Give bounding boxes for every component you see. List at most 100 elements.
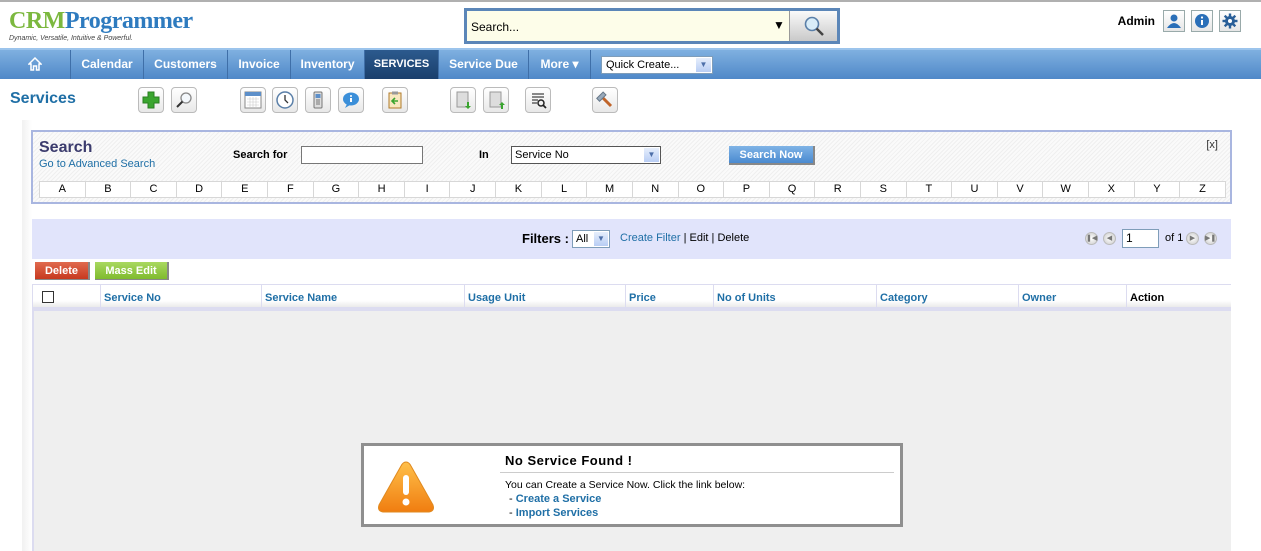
col-usage-unit[interactable]: Usage Unit xyxy=(465,285,626,307)
col-action: Action xyxy=(1127,285,1231,307)
alpha-letter-m[interactable]: M xyxy=(587,182,633,197)
alpha-letter-s[interactable]: S xyxy=(861,182,907,197)
col-category[interactable]: Category xyxy=(877,285,1019,307)
calendar-icon xyxy=(244,91,262,109)
link-prefix: - xyxy=(509,493,516,505)
clipboard-button[interactable] xyxy=(382,87,408,113)
alpha-letter-y[interactable]: Y xyxy=(1135,182,1181,197)
edit-filter-link[interactable]: Edit xyxy=(690,232,709,244)
main-nav: Calendar Customers Invoice Inventory SER… xyxy=(0,48,1261,79)
search-icon xyxy=(176,92,192,108)
nav-service-due[interactable]: Service Due xyxy=(439,50,529,79)
import-button[interactable] xyxy=(450,87,476,113)
first-page-button[interactable]: ❚◀ xyxy=(1085,232,1098,245)
alpha-letter-l[interactable]: L xyxy=(542,182,588,197)
alpha-letter-z[interactable]: Z xyxy=(1180,182,1225,197)
nav-inventory[interactable]: Inventory xyxy=(291,50,365,79)
alpha-letter-x[interactable]: X xyxy=(1089,182,1135,197)
search-for-input[interactable] xyxy=(301,146,423,164)
create-filter-link[interactable]: Create Filter xyxy=(620,232,681,244)
alpha-letter-b[interactable]: B xyxy=(86,182,132,197)
advanced-search-link[interactable]: Go to Advanced Search xyxy=(39,158,155,170)
alpha-letter-o[interactable]: O xyxy=(679,182,725,197)
alpha-letter-f[interactable]: F xyxy=(268,182,314,197)
last-page-button[interactable]: ▶❚ xyxy=(1204,232,1217,245)
nav-calendar[interactable]: Calendar xyxy=(71,50,144,79)
alpha-letter-w[interactable]: W xyxy=(1043,182,1090,197)
import-services-link[interactable]: Import Services xyxy=(516,507,599,519)
nav-invoice[interactable]: Invoice xyxy=(228,50,291,79)
search-dropdown-arrow-icon[interactable]: ▼ xyxy=(773,18,785,32)
col-service-name[interactable]: Service Name xyxy=(262,285,465,307)
quick-create-select[interactable]: Quick Create... ▼ xyxy=(601,56,713,74)
mass-edit-button[interactable]: Mass Edit xyxy=(95,262,169,280)
alpha-letter-j[interactable]: J xyxy=(450,182,497,197)
nav-home[interactable] xyxy=(0,50,71,79)
home-icon xyxy=(27,56,43,71)
prev-page-icon: ◀ xyxy=(1106,235,1113,242)
search-button[interactable] xyxy=(171,87,197,113)
alpha-letter-n[interactable]: N xyxy=(633,182,679,197)
global-search-input[interactable] xyxy=(471,20,761,34)
delete-button[interactable]: Delete xyxy=(35,262,90,280)
global-search: ▼ xyxy=(464,8,840,44)
empty-message: You can Create a Service Now. Click the … xyxy=(505,479,746,491)
filter-bar: Filters : All ▼ Create Filter | Edit | De… xyxy=(32,219,1231,259)
col-service-no[interactable]: Service No xyxy=(101,285,262,307)
alpha-letter-a[interactable]: A xyxy=(40,182,86,197)
empty-title: No Service Found ! xyxy=(505,453,633,468)
close-search-button[interactable]: [x] xyxy=(1206,139,1218,151)
nav-more[interactable]: More ▾ xyxy=(529,50,591,79)
alpha-letter-c[interactable]: C xyxy=(131,182,177,197)
next-page-icon: ▶ xyxy=(1189,235,1196,242)
alpha-letter-u[interactable]: U xyxy=(952,182,998,197)
select-all-checkbox[interactable] xyxy=(42,291,54,303)
search-in-select[interactable]: Service No ▼ xyxy=(511,146,661,164)
chevron-down-icon: ▼ xyxy=(594,232,608,246)
delete-filter-link[interactable]: Delete xyxy=(717,232,749,244)
user-name[interactable]: Admin xyxy=(1118,14,1155,28)
clipboard-icon xyxy=(388,91,402,109)
find-duplicates-button[interactable] xyxy=(525,87,551,113)
user-profile-button[interactable] xyxy=(1163,10,1185,32)
settings-button[interactable] xyxy=(1219,10,1241,32)
logo[interactable]: CRMProgrammer Dynamic, Versatile, Intuit… xyxy=(9,8,193,42)
export-button[interactable] xyxy=(483,87,509,113)
settings-tools-button[interactable] xyxy=(592,87,618,113)
calculator-button[interactable] xyxy=(305,87,331,113)
magnifier-icon xyxy=(804,16,824,36)
next-page-button[interactable]: ▶ xyxy=(1186,232,1199,245)
col-price[interactable]: Price xyxy=(626,285,714,307)
clock-icon xyxy=(276,91,294,109)
alpha-letter-e[interactable]: E xyxy=(222,182,269,197)
info-button[interactable] xyxy=(1191,10,1213,32)
clock-button[interactable] xyxy=(272,87,298,113)
chat-button[interactable] xyxy=(338,87,364,113)
filters-label: Filters : xyxy=(522,231,569,246)
alpha-letter-i[interactable]: I xyxy=(405,182,451,197)
alpha-letter-g[interactable]: G xyxy=(314,182,360,197)
prev-page-button[interactable]: ◀ xyxy=(1103,232,1116,245)
alpha-letter-v[interactable]: V xyxy=(998,182,1044,197)
col-no-of-units[interactable]: No of Units xyxy=(714,285,877,307)
alpha-letter-d[interactable]: D xyxy=(177,182,223,197)
alpha-letter-h[interactable]: H xyxy=(359,182,405,197)
alpha-letter-p[interactable]: P xyxy=(724,182,770,197)
calendar-button[interactable] xyxy=(240,87,266,113)
search-for-label: Search for xyxy=(233,149,288,161)
alpha-letter-q[interactable]: Q xyxy=(770,182,816,197)
create-service-button[interactable] xyxy=(138,87,164,113)
alpha-letter-t[interactable]: T xyxy=(907,182,953,197)
find-duplicates-icon xyxy=(532,93,547,109)
nav-services[interactable]: SERVICES xyxy=(365,50,439,79)
filter-select[interactable]: All ▼ xyxy=(572,230,610,248)
search-now-button[interactable]: Search Now xyxy=(729,146,815,165)
alpha-letter-r[interactable]: R xyxy=(815,182,861,197)
page-number-input[interactable]: 1 xyxy=(1122,229,1159,248)
create-service-link[interactable]: Create a Service xyxy=(516,493,602,505)
global-search-button[interactable] xyxy=(789,11,837,41)
alpha-letter-k[interactable]: K xyxy=(496,182,542,197)
col-owner[interactable]: Owner xyxy=(1019,285,1127,307)
basic-search-panel: Search Go to Advanced Search Search for … xyxy=(31,130,1232,204)
nav-customers[interactable]: Customers xyxy=(144,50,228,79)
